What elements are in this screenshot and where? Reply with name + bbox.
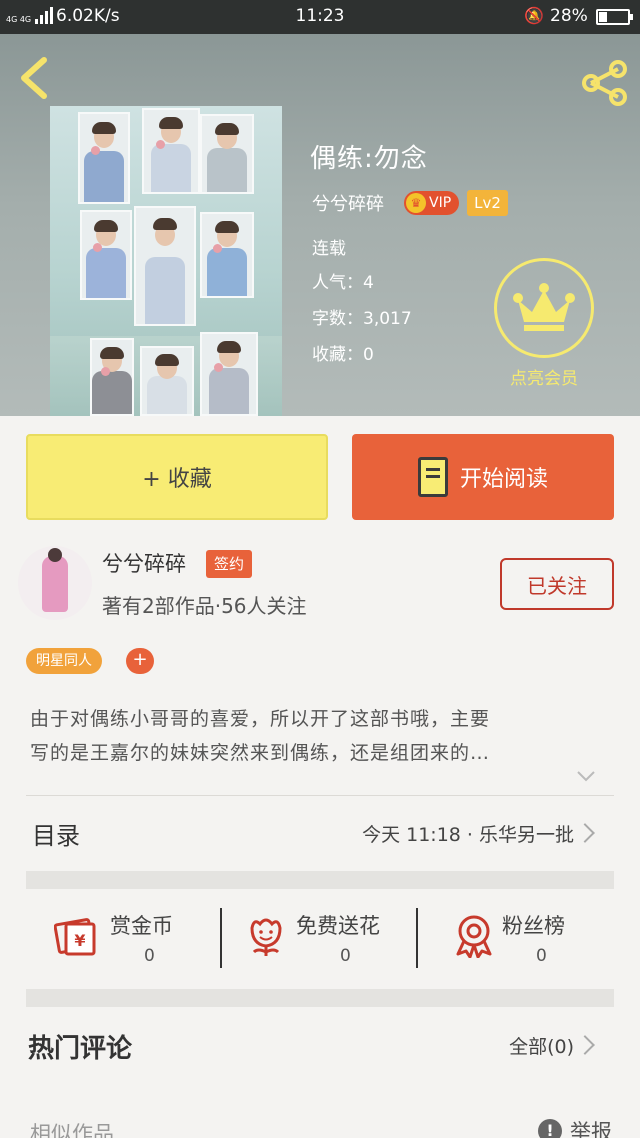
report-label: 举报 bbox=[570, 1120, 612, 1138]
battery-percent: 28% bbox=[550, 6, 588, 26]
red-envelope-icon: ¥ bbox=[54, 918, 96, 956]
toc-label: 目录 bbox=[32, 822, 80, 850]
divider bbox=[220, 908, 222, 968]
signed-badge: 签约 bbox=[206, 550, 253, 578]
send-flower-label: 免费送花 bbox=[296, 914, 380, 938]
mute-bell-icon: 🔕 bbox=[524, 6, 544, 25]
flower-icon bbox=[250, 918, 282, 956]
table-of-contents-row[interactable]: 目录 今天 11:18 · 乐华另一批 bbox=[0, 796, 640, 870]
vip-badge: ♛ VIP bbox=[404, 191, 460, 215]
book-cover-image[interactable] bbox=[50, 106, 282, 416]
section-separator bbox=[26, 989, 614, 1007]
latest-chapter: 今天 11:18 · 乐华另一批 bbox=[362, 824, 574, 846]
book-author-name[interactable]: 兮兮碎碎 bbox=[312, 190, 384, 216]
member-label: 点亮会员 bbox=[510, 369, 578, 389]
fan-ranking-item[interactable]: 粉丝榜 0 bbox=[448, 892, 618, 992]
battery-icon bbox=[596, 9, 633, 25]
fan-ranking-label: 粉丝榜 bbox=[502, 914, 565, 938]
start-reading-button[interactable]: 开始阅读 bbox=[352, 434, 614, 520]
reward-coins-item[interactable]: ¥ 赏金币 0 bbox=[50, 892, 220, 992]
chevron-right-icon bbox=[575, 1035, 595, 1055]
divider bbox=[416, 908, 418, 968]
book-word-count: 字数：3,017 bbox=[312, 309, 412, 329]
book-description: 由于对偶练小哥哥的喜爱，所以开了这部书哦，主要 写的是王嘉尔的妹妹突然来到偶练，… bbox=[30, 702, 610, 770]
exclamation-icon: ! bbox=[538, 1119, 562, 1138]
author-summary: 著有2部作品·56人关注 bbox=[102, 594, 307, 618]
book-author-line: 兮兮碎碎 ♛ VIP Lv2 bbox=[312, 190, 508, 216]
chevron-down-icon[interactable] bbox=[574, 766, 598, 786]
share-icon[interactable] bbox=[580, 60, 628, 106]
clock: 11:23 bbox=[295, 6, 345, 26]
crown-icon: ♛ bbox=[406, 193, 426, 213]
tag-chip[interactable]: 明星同人 bbox=[26, 648, 102, 674]
reward-coins-label: 赏金币 bbox=[110, 914, 173, 938]
author-name[interactable]: 兮兮碎碎 bbox=[102, 548, 186, 578]
add-favorite-button[interactable]: + 收藏 bbox=[26, 434, 328, 520]
report-button[interactable]: ! 举报 bbox=[538, 1116, 612, 1138]
ribbon-icon bbox=[456, 915, 492, 958]
description-line: 写的是王嘉尔的妹妹突然来到偶练，还是组团来的… bbox=[30, 742, 491, 764]
section-separator bbox=[26, 871, 614, 889]
all-comments-link[interactable]: 全部(0) bbox=[509, 1032, 574, 1059]
follow-label: 已关注 bbox=[527, 573, 587, 598]
reward-coins-count: 0 bbox=[144, 946, 155, 966]
book-popularity: 人气：4 bbox=[312, 273, 374, 293]
book-icon bbox=[417, 457, 448, 497]
back-arrow-icon[interactable] bbox=[16, 56, 52, 100]
add-tag-button[interactable]: + bbox=[126, 648, 154, 674]
send-flower-count: 0 bbox=[340, 946, 351, 966]
follow-button[interactable]: 已关注 bbox=[500, 558, 614, 610]
chevron-right-icon bbox=[575, 823, 595, 843]
svg-text:¥: ¥ bbox=[74, 931, 85, 950]
send-flower-item[interactable]: 免费送花 0 bbox=[240, 892, 416, 992]
level-badge: Lv2 bbox=[467, 190, 508, 216]
book-status: 连载 bbox=[312, 239, 346, 259]
similar-works-title: 相似作品 bbox=[30, 1122, 114, 1138]
crown-icon bbox=[494, 258, 594, 358]
hot-comments-title: 热门评论 bbox=[28, 1034, 133, 1064]
book-title: 偶练:勿念 bbox=[310, 144, 428, 174]
member-button[interactable]: 点亮会员 bbox=[494, 258, 594, 389]
vip-label: VIP bbox=[429, 195, 452, 211]
author-avatar[interactable] bbox=[18, 546, 92, 620]
fan-ranking-count: 0 bbox=[536, 946, 547, 966]
start-reading-label: 开始阅读 bbox=[459, 467, 548, 492]
status-bar: 4G 4G 6.02K/s 11:23 🔕 28% bbox=[0, 0, 640, 34]
hot-comments-header: 热门评论 全部(0) bbox=[0, 1010, 640, 1082]
reward-stats: ¥ 赏金币 0 免费送花 0 粉丝榜 0 bbox=[0, 892, 640, 992]
book-favorites-count: 收藏：0 bbox=[312, 345, 374, 365]
add-favorite-label: + 收藏 bbox=[142, 467, 212, 492]
book-header: 偶练:勿念 兮兮碎碎 ♛ VIP Lv2 连载 人气：4 字数：3,017 收藏… bbox=[0, 34, 640, 416]
description-line: 由于对偶练小哥哥的喜爱，所以开了这部书哦，主要 bbox=[30, 708, 491, 730]
